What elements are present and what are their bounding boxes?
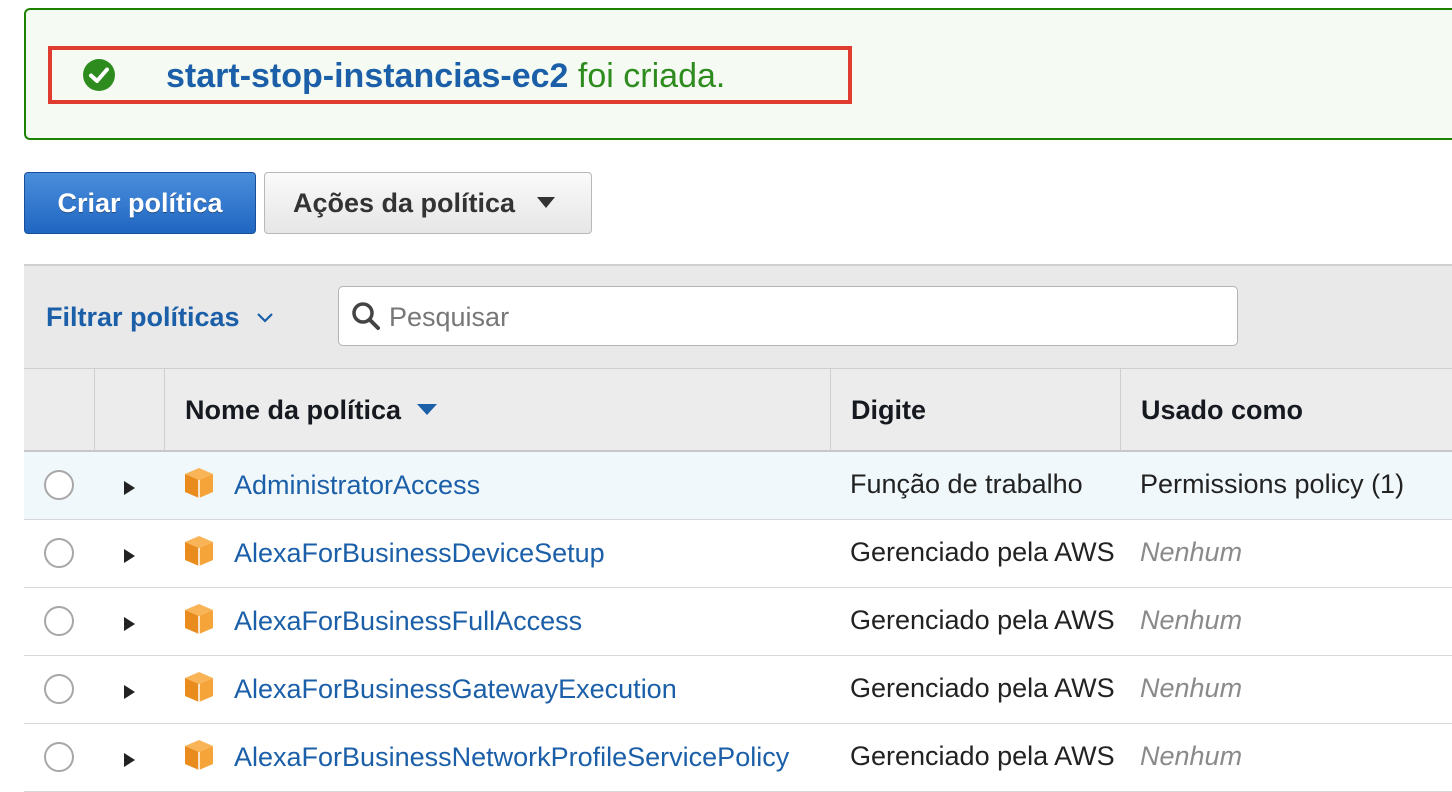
row-radio[interactable] [44,742,74,772]
sort-descending-icon [417,404,438,415]
policy-used-as: Nenhum [1140,673,1243,703]
search-box [338,286,1238,346]
create-policy-button[interactable]: Criar política [24,172,256,234]
row-radio[interactable] [44,674,74,704]
banner-message: start-stop-instancias-ec2 foi criada. [166,56,725,96]
policy-box-icon [185,740,213,770]
policy-box-icon [185,468,213,498]
check-circle-icon [83,59,115,91]
policy-actions-label: Ações da política [293,187,516,218]
policy-name-link[interactable]: AlexaForBusinessGatewayExecution [234,674,677,705]
row-radio[interactable] [44,538,74,568]
policy-type: Gerenciado pela AWS [850,537,1115,567]
policy-box-icon [185,536,213,566]
policy-used-as: Nenhum [1140,605,1243,635]
policy-name-link[interactable]: AdministratorAccess [234,470,480,501]
column-header-policy-name-label: Nome da política [185,394,402,425]
table-row[interactable]: AdministratorAccess Função de trabalho P… [24,452,1452,520]
policy-used-as: Nenhum [1140,741,1243,771]
table-row[interactable]: AlexaForBusinessDeviceSetup Gerenciado p… [24,520,1452,588]
policy-type: Gerenciado pela AWS [850,741,1115,771]
expand-arrow-icon[interactable] [122,684,136,700]
column-header-policy-name[interactable]: Nome da política [165,369,831,451]
column-header-expand [95,369,165,451]
success-banner: start-stop-instancias-ec2 foi criada. [24,8,1452,140]
policy-used-as: Permissions policy (1) [1140,469,1405,499]
column-header-select [24,369,95,451]
caret-down-icon [537,197,556,208]
created-policy-link[interactable]: start-stop-instancias-ec2 [166,57,568,95]
policy-name-link[interactable]: AlexaForBusinessFullAccess [234,606,582,637]
row-radio[interactable] [44,470,74,500]
column-header-type[interactable]: Digite [831,369,1121,451]
search-icon [352,302,380,330]
policy-type: Gerenciado pela AWS [850,673,1115,703]
table-row[interactable]: AlexaForBusinessNetworkProfileServicePol… [24,724,1452,792]
column-header-used-as[interactable]: Usado como [1121,369,1452,451]
filter-bar: Filtrar políticas [24,264,1452,368]
expand-arrow-icon[interactable] [122,548,136,564]
table-row[interactable]: AlexaForBusinessFullAccess Gerenciado pe… [24,588,1452,656]
column-header-type-label: Digite [851,394,927,425]
filter-policies-label: Filtrar políticas [46,302,240,332]
policy-used-as: Nenhum [1140,537,1243,567]
expand-arrow-icon[interactable] [122,480,136,496]
table-row[interactable]: AlexaForBusinessGatewayExecution Gerenci… [24,656,1452,724]
search-input[interactable] [387,293,1231,341]
create-policy-label: Criar política [57,187,223,218]
policy-type: Função de trabalho [850,469,1083,499]
policy-box-icon [185,672,213,702]
table-header: Nome da política Digite Usado como [24,368,1452,452]
chevron-down-icon [256,312,273,323]
policy-type: Gerenciado pela AWS [850,605,1115,635]
column-header-used-as-label: Usado como [1141,394,1304,425]
policy-actions-button[interactable]: Ações da política [264,172,592,234]
policy-name-link[interactable]: AlexaForBusinessNetworkProfileServicePol… [234,742,789,773]
policy-name-link[interactable]: AlexaForBusinessDeviceSetup [234,538,605,569]
expand-arrow-icon[interactable] [122,616,136,632]
expand-arrow-icon[interactable] [122,752,136,768]
policy-box-icon [185,604,213,634]
row-radio[interactable] [44,606,74,636]
banner-text: foi criada. [577,57,726,95]
filter-policies-dropdown[interactable]: Filtrar políticas [46,302,274,333]
